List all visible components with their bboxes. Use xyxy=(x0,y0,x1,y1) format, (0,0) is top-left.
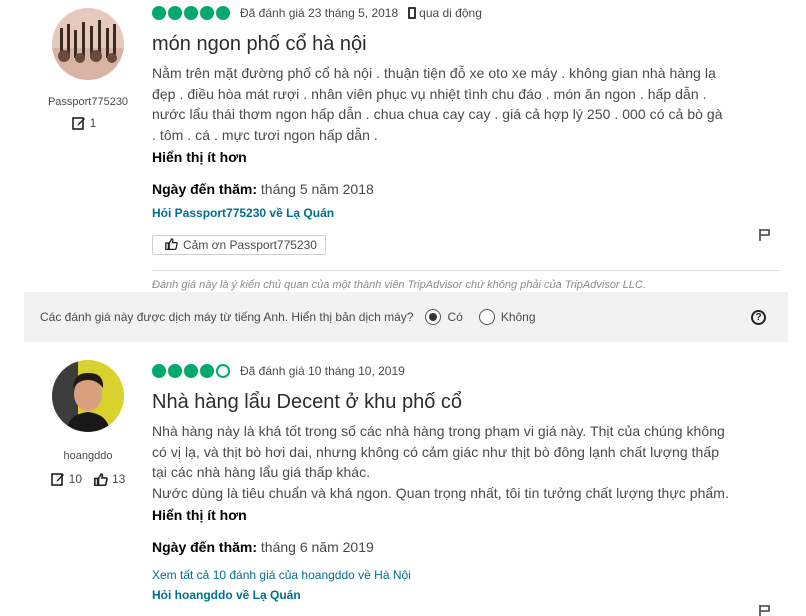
review-disclaimer: Đánh giá này là ý kiến chủ quan của một … xyxy=(152,270,780,291)
review-body-line: Nhà hàng này là khá tốt trong số các nhà… xyxy=(152,423,725,439)
ask-reviewer-link[interactable]: Hỏi hoangddo về Lạ Quán xyxy=(152,587,752,603)
thank-label: Cảm ơn Passport775230 xyxy=(183,238,317,252)
visit-date: Ngày đến thăm: tháng 6 năm 2019 xyxy=(152,537,752,557)
show-less-button[interactable]: Hiển thị ít hơn xyxy=(152,505,752,525)
bubble-filled xyxy=(200,6,214,20)
review-body: Nằm trên mặt đường phố cổ hà nội . thuận… xyxy=(152,65,723,143)
bubble-filled xyxy=(152,6,166,20)
contribution-count: 10 xyxy=(68,472,82,486)
radio-yes[interactable] xyxy=(425,309,442,325)
helpful-vote-count: 13 xyxy=(112,472,126,486)
review-body-line: tại các nhà hàng lẩu giá thấp khác. xyxy=(152,464,371,480)
all-reviews-link[interactable]: Xem tất cả 10 đánh giá của hoangddo về H… xyxy=(152,567,752,583)
translation-question: Các đánh giá này được dịch máy từ tiếng … xyxy=(40,310,414,324)
mobile-icon xyxy=(408,7,417,19)
bubble-filled xyxy=(216,6,230,20)
review-body: Nhà hàng này là khá tốt trong số các nhà… xyxy=(152,421,752,503)
thumbs-up-icon xyxy=(94,472,108,486)
visit-label: Ngày đến thăm: xyxy=(152,181,258,197)
visit-label: Ngày đến thăm: xyxy=(152,539,258,555)
reviewer-counts: 10 13 xyxy=(40,472,136,486)
reviewer-info: hoangddo 10 13 xyxy=(40,360,136,486)
username[interactable]: hoangddo xyxy=(40,450,136,462)
bubble-filled xyxy=(184,6,198,20)
bubble-filled xyxy=(184,364,198,378)
username[interactable]: Passport775230 xyxy=(40,96,136,108)
reviewer-counts: 1 xyxy=(40,116,136,130)
thumbs-up-icon xyxy=(165,237,178,253)
translation-no-option[interactable]: Không xyxy=(478,309,536,325)
visit-value: tháng 5 năm 2018 xyxy=(260,181,374,197)
ask-reviewer-link[interactable]: Hỏi Passport775230 về Lạ Quán xyxy=(152,205,752,221)
bubble-filled xyxy=(168,364,182,378)
show-less-button[interactable]: Hiển thị ít hơn xyxy=(152,147,752,167)
pencil-icon xyxy=(71,116,86,130)
bubble-filled xyxy=(168,6,182,20)
review-title[interactable]: món ngon phố cổ hà nội xyxy=(152,31,752,57)
bubble-empty xyxy=(216,364,230,378)
review-date: Đã đánh giá 23 tháng 5, 2018 xyxy=(240,6,399,20)
review-body-line: Nước dùng là tiêu chuẩn và khá ngon. Qua… xyxy=(152,484,729,501)
review-meta: Đã đánh giá 23 tháng 5, 2018 qua di động xyxy=(152,5,752,21)
pencil-icon xyxy=(50,472,65,486)
review-content: Đã đánh giá 10 tháng 10, 2019 Nhà hàng l… xyxy=(152,363,752,603)
translation-yes-option[interactable]: Có xyxy=(425,309,463,325)
reviewer-info: Passport775230 1 xyxy=(40,8,136,130)
bubble-filled xyxy=(200,364,214,378)
machine-translation-bar: Các đánh giá này được dịch máy từ tiếng … xyxy=(24,292,788,342)
radio-yes-label: Có xyxy=(447,310,463,324)
visit-value: tháng 6 năm 2019 xyxy=(260,539,374,555)
bubble-filled xyxy=(152,364,166,378)
mobile-label: qua di động xyxy=(419,6,482,20)
review-title[interactable]: Nhà hàng lẩu Decent ở khu phố cổ xyxy=(152,389,752,415)
review-body-line: có vị lạ, và thịt bò hơi dai, nhưng khôn… xyxy=(152,443,720,460)
avatar[interactable] xyxy=(52,8,124,80)
radio-no-label: Không xyxy=(500,310,536,324)
mobile-badge: qua di động xyxy=(408,6,482,20)
bubble-rating xyxy=(152,6,230,20)
flag-icon[interactable] xyxy=(758,604,772,616)
visit-date: Ngày đến thăm: tháng 5 năm 2018 xyxy=(152,179,752,199)
radio-no[interactable] xyxy=(478,309,495,325)
bubble-rating xyxy=(152,364,230,378)
review-content: Đã đánh giá 23 tháng 5, 2018 qua di động… xyxy=(152,5,780,291)
flag-icon[interactable] xyxy=(758,228,772,247)
review-date: Đã đánh giá 10 tháng 10, 2019 xyxy=(240,364,405,378)
thank-button[interactable]: Cảm ơn Passport775230 xyxy=(152,235,326,255)
help-icon[interactable]: ? xyxy=(751,310,766,325)
avatar[interactable] xyxy=(52,360,124,432)
contribution-count: 1 xyxy=(89,116,97,130)
review-meta: Đã đánh giá 10 tháng 10, 2019 xyxy=(152,363,752,379)
